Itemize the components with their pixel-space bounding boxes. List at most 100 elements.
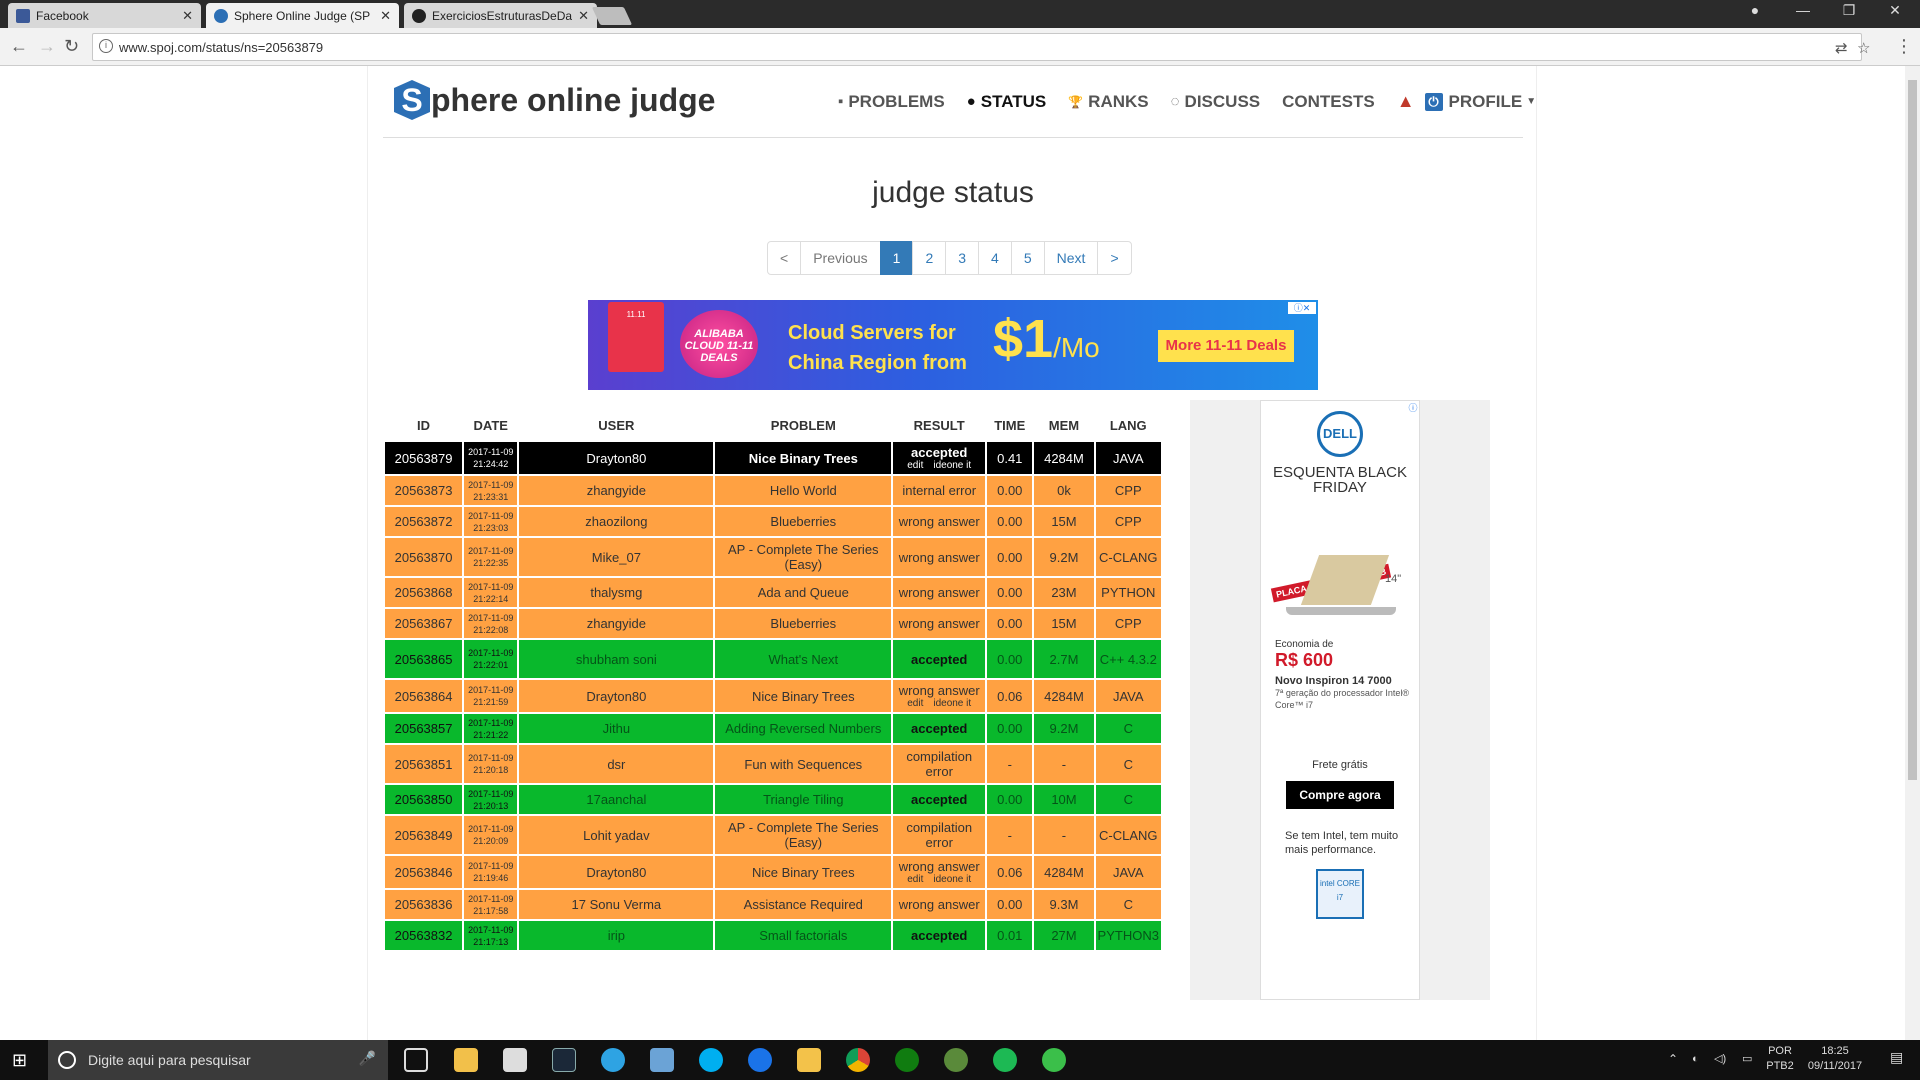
cell-problem[interactable]: Triangle Tiling [715,785,892,814]
star-icon[interactable]: ☆ [1857,39,1870,57]
adchoices-icon[interactable]: ⓘ✕ [1288,302,1316,314]
edge-icon[interactable] [748,1048,772,1072]
pager-next[interactable]: Next [1043,241,1099,275]
cell-problem[interactable]: AP - Complete The Series (Easy) [715,538,892,576]
spotify-icon[interactable] [993,1048,1017,1072]
pager-page-5[interactable]: 5 [1010,241,1045,275]
cell-problem[interactable]: AP - Complete The Series (Easy) [715,816,892,854]
android-icon[interactable] [944,1048,968,1072]
info-icon[interactable]: i [99,39,113,53]
edit-link[interactable]: edit [907,874,923,885]
cell-problem[interactable]: Nice Binary Trees [715,442,892,474]
cell-problem[interactable]: Nice Binary Trees [715,856,892,888]
cell-id[interactable]: 20563867 [385,609,463,638]
cell-problem[interactable]: Hello World [715,476,892,505]
cell-id[interactable]: 20563857 [385,714,463,743]
cell-user[interactable]: 17aanchal [519,785,714,814]
cell-user[interactable]: thalysmg [519,578,714,607]
menu-icon[interactable]: ⋮ [1895,36,1913,57]
close-window-button[interactable]: ✕ [1872,2,1918,19]
cell-user[interactable]: zhaozilong [519,507,714,536]
pager-page-2[interactable]: 2 [912,241,947,275]
scrollbar-thumb[interactable] [1908,80,1917,780]
store-icon[interactable] [454,1048,478,1072]
maximize-button[interactable]: ❐ [1826,2,1872,19]
microphone-icon[interactable]: 🎤 [359,1050,376,1067]
tab-facebook[interactable]: Facebook ✕ [8,3,201,28]
cell-user[interactable]: shubham soni [519,640,714,678]
nav-problems[interactable]: ▪ PROBLEMS [838,92,945,112]
edit-link[interactable]: edit [907,460,923,471]
forward-button[interactable]: → [38,36,56,57]
virtualbox-icon[interactable] [650,1048,674,1072]
ideone-link[interactable]: ideone it [933,874,971,885]
cell-problem[interactable]: Blueberries [715,507,892,536]
minimize-button[interactable]: — [1780,2,1826,18]
reload-button[interactable]: ↻ [64,36,79,57]
windows-start-icon[interactable]: ⊞ [12,1050,27,1071]
action-center-icon[interactable]: ▤ [1890,1050,1903,1065]
language-indicator[interactable]: POR PTB2 [1762,1044,1798,1074]
task-view-icon[interactable] [404,1048,428,1072]
close-icon[interactable]: ✕ [182,8,193,24]
site-logo[interactable]: S phere online judge [394,80,715,120]
nav-contests[interactable]: CONTESTS [1282,92,1375,112]
tray-arrow-icon[interactable]: ⌃ [1668,1052,1678,1067]
pager-page-3[interactable]: 3 [945,241,980,275]
cell-id[interactable]: 20563879 [385,442,463,474]
cell-id[interactable]: 20563832 [385,921,463,950]
cell-user[interactable]: Drayton80 [519,680,714,712]
cell-id[interactable]: 20563850 [385,785,463,814]
close-icon[interactable]: ✕ [380,8,391,24]
chrome-icon[interactable] [846,1048,870,1072]
cell-problem[interactable]: Nice Binary Trees [715,680,892,712]
cell-problem[interactable]: Blueberries [715,609,892,638]
ad-banner[interactable]: 11.11 ALIBABA CLOUD 11-11 DEALS Cloud Se… [588,300,1318,390]
nav-profile[interactable]: ▲ ⏻ PROFILE ▼ [1397,91,1536,112]
cell-problem[interactable]: Small factorials [715,921,892,950]
steam-icon[interactable] [552,1048,576,1072]
cell-problem[interactable]: Adding Reversed Numbers [715,714,892,743]
close-icon[interactable]: ✕ [578,8,589,24]
cell-user[interactable]: irip [519,921,714,950]
pager-first[interactable]: < [767,241,802,275]
cell-user[interactable]: 17 Sonu Verma [519,890,714,919]
notification-icon[interactable]: ▭ [1742,1052,1752,1067]
pager-page-1[interactable]: 1 [879,241,914,275]
nav-ranks[interactable]: 🏆 RANKS [1068,92,1148,112]
new-tab-button[interactable] [591,7,633,25]
cell-id[interactable]: 20563849 [385,816,463,854]
cell-user[interactable]: dsr [519,745,714,783]
cell-user[interactable]: Mike_07 [519,538,714,576]
cell-id[interactable]: 20563870 [385,538,463,576]
cell-id[interactable]: 20563865 [385,640,463,678]
utorrent-icon[interactable] [1042,1048,1066,1072]
cell-problem[interactable]: Ada and Queue [715,578,892,607]
ccleaner-icon[interactable] [601,1048,625,1072]
cell-id[interactable]: 20563864 [385,680,463,712]
cell-problem[interactable]: Assistance Required [715,890,892,919]
taskbar-search[interactable]: Digite aqui para pesquisar 🎤 [48,1040,388,1080]
warning-icon[interactable]: ▲ [1397,91,1415,112]
pager-last[interactable]: > [1097,241,1132,275]
cell-id[interactable]: 20563836 [385,890,463,919]
tab-spoj[interactable]: Sphere Online Judge (SP ✕ [206,3,399,28]
cell-user[interactable]: Lohit yadav [519,816,714,854]
translate-icon[interactable]: ⇄ [1835,39,1848,57]
cell-user[interactable]: Drayton80 [519,442,714,474]
cell-problem[interactable]: What's Next [715,640,892,678]
cell-problem[interactable]: Fun with Sequences [715,745,892,783]
volume-icon[interactable]: ◁) [1714,1052,1726,1067]
ideone-link[interactable]: ideone it [933,698,971,709]
buy-now-button[interactable]: Compre agora [1286,781,1394,809]
cell-user[interactable]: zhangyide [519,609,714,638]
xbox-icon[interactable] [895,1048,919,1072]
cell-user[interactable]: zhangyide [519,476,714,505]
banner-cta-button[interactable]: More 11-11 Deals [1158,330,1294,362]
mail-icon[interactable] [503,1048,527,1072]
pager-page-4[interactable]: 4 [978,241,1012,275]
network-icon[interactable]: ◐ [1692,1052,1699,1067]
nav-discuss[interactable]: ◌ DISCUSS [1171,92,1261,112]
cell-id[interactable]: 20563846 [385,856,463,888]
ideone-link[interactable]: ideone it [933,460,971,471]
